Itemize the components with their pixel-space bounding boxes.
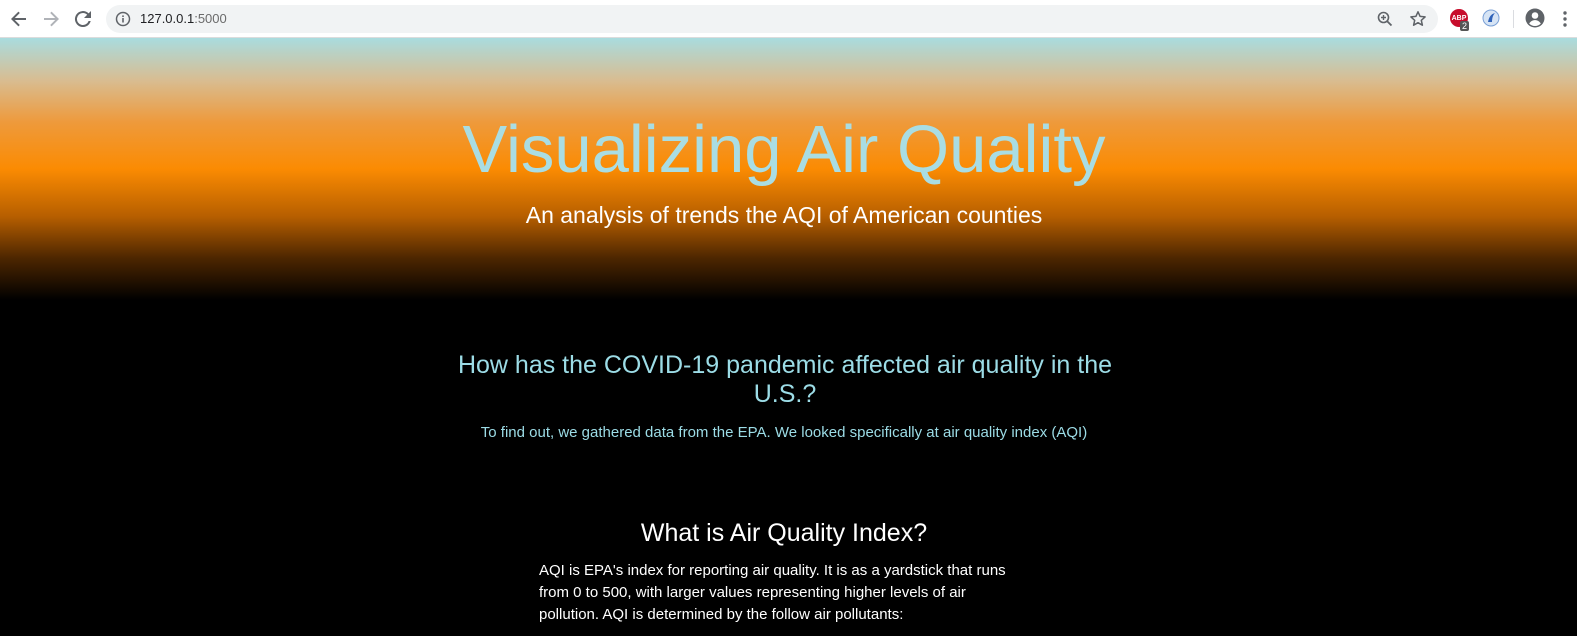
- aqi-section-body: AQI is EPA's index for reporting air qua…: [539, 562, 1006, 623]
- page-subtitle: An analysis of trends the AQI of America…: [525, 202, 1043, 228]
- url-text[interactable]: 127.0.0.1:5000: [140, 11, 227, 26]
- star-icon[interactable]: [1409, 10, 1427, 28]
- toolbar-divider: [1513, 10, 1514, 28]
- url-port: :5000: [194, 11, 227, 26]
- page-title: Visualizing Air Quality: [462, 112, 1106, 187]
- hero-banner: Visualizing Air Quality An analysis of t…: [0, 38, 1577, 300]
- back-arrow-icon[interactable]: [8, 8, 30, 30]
- info-icon[interactable]: [115, 11, 131, 32]
- aqi-section-heading: What is Air Quality Index?: [640, 519, 928, 547]
- page-content: Visualizing Air Quality An analysis of t…: [0, 38, 1577, 636]
- menu-icon[interactable]: [1562, 11, 1568, 32]
- url-host: 127.0.0.1: [140, 11, 195, 26]
- zoom-icon[interactable]: [1376, 10, 1394, 28]
- account-icon[interactable]: [1525, 8, 1545, 33]
- forward-arrow-icon[interactable]: [40, 8, 62, 30]
- extension-icon[interactable]: [1482, 9, 1500, 32]
- browser-toolbar: 127.0.0.1:5000 ABP 2: [0, 0, 1577, 38]
- address-bar[interactable]: 127.0.0.1:5000: [106, 5, 1438, 33]
- reload-icon[interactable]: [72, 8, 94, 30]
- adblock-count-badge: 2: [1460, 21, 1470, 31]
- covid-question-text: To find out, we gathered data from the E…: [480, 424, 1088, 441]
- covid-question-heading: How has the COVID-19 pandemic affected a…: [457, 351, 1113, 408]
